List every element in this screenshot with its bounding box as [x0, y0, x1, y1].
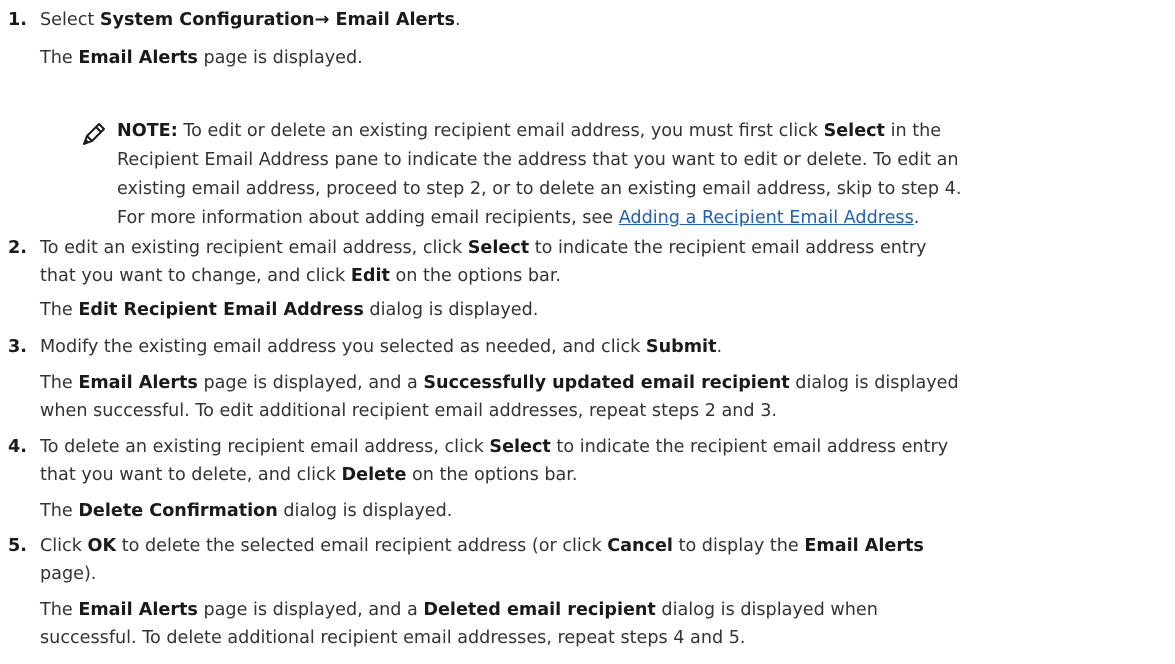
note-label: NOTE:: [117, 121, 178, 141]
step-1-instruction: Select System Configuration→ Email Alert…: [40, 10, 461, 30]
step-4-result: The Delete Confirmation dialog is displa…: [40, 501, 453, 521]
note-line-1: NOTE: To edit or delete an existing reci…: [117, 121, 942, 141]
step-5-number: 5.: [8, 536, 27, 556]
note-line-4: For more information about adding email …: [117, 208, 920, 228]
adding-recipient-email-link[interactable]: Adding a Recipient Email Address: [619, 208, 914, 228]
step-4-instruction-line-1: To delete an existing recipient email ad…: [40, 437, 949, 457]
step-2-result: The Edit Recipient Email Address dialog …: [40, 300, 539, 320]
step-4-number: 4.: [8, 437, 27, 457]
step-5-instruction-line-1: Click OK to delete the selected email re…: [40, 536, 924, 556]
step-4-instruction-line-2: that you want to delete, and click Delet…: [40, 465, 578, 485]
step-5-result-line-2: successful. To delete additional recipie…: [40, 628, 746, 648]
note-line-3: existing email address, proceed to step …: [117, 179, 962, 199]
step-3-result-line-2: when successful. To edit additional reci…: [40, 401, 777, 421]
step-3-number: 3.: [8, 337, 27, 357]
step-1-number: 1.: [8, 10, 27, 30]
step-1-result: The Email Alerts page is displayed.: [40, 48, 363, 68]
step-5-result-line-1: The Email Alerts page is displayed, and …: [40, 600, 878, 620]
step-3-instruction: Modify the existing email address you se…: [40, 337, 723, 357]
note-line-2: Recipient Email Address pane to indicate…: [117, 150, 959, 170]
pencil-note-icon: [83, 123, 105, 145]
step-2-number: 2.: [8, 238, 27, 258]
step-3-result-line-1: The Email Alerts page is displayed, and …: [40, 373, 959, 393]
step-2-instruction-line-1: To edit an existing recipient email addr…: [40, 238, 927, 258]
step-2-instruction-line-2: that you want to change, and click Edit …: [40, 266, 562, 286]
step-5-instruction-line-2: page).: [40, 564, 97, 584]
